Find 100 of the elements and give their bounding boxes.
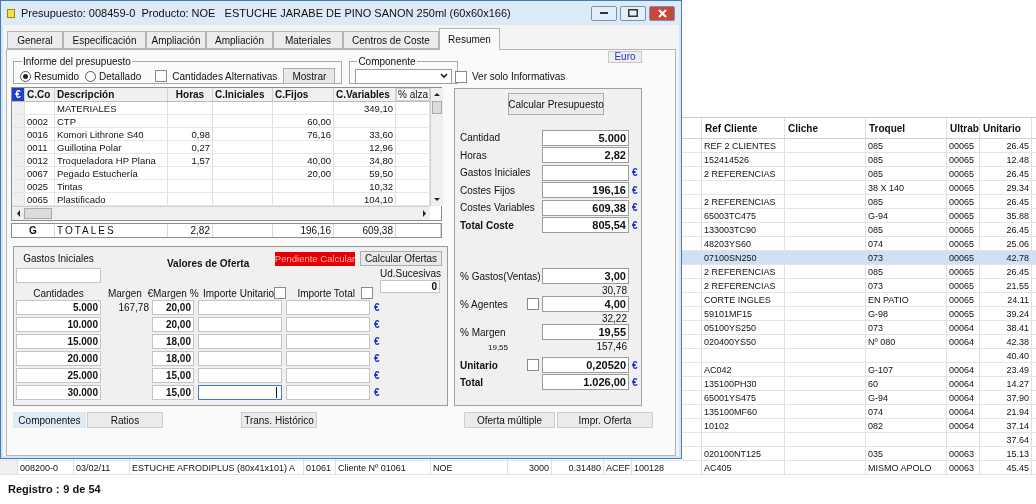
calculated-value: 30,78 — [601, 284, 627, 296]
scrollbar[interactable] — [12, 206, 430, 220]
checkbox[interactable] — [361, 287, 373, 299]
button[interactable]: Calcular Presupuesto — [508, 93, 604, 115]
input-field[interactable]: 3,00 — [542, 268, 629, 285]
input-field[interactable]: 20.000 — [16, 351, 101, 366]
checkbox[interactable] — [527, 359, 539, 372]
scrollbar[interactable] — [430, 88, 443, 206]
checkbox[interactable] — [155, 70, 168, 82]
currency-sign: € — [374, 386, 380, 400]
table-cell: 104,10 — [334, 193, 396, 205]
radio-button[interactable] — [85, 70, 97, 82]
tab[interactable]: Ratios — [87, 412, 163, 428]
button[interactable]: Impr. Oferta — [557, 412, 653, 428]
column-header: Troquel — [868, 123, 906, 134]
checkbox[interactable] — [274, 287, 287, 299]
field-label: Gastos Iniciales — [23, 252, 94, 266]
input-field[interactable]: 5.000 — [16, 300, 101, 315]
field-label: % Margen — [460, 325, 506, 340]
table-cell: 073 — [866, 321, 947, 334]
table-cell: 24.11 — [980, 293, 1032, 306]
input-field[interactable] — [286, 317, 370, 332]
table-cell: 60,00 — [273, 115, 334, 127]
table-row[interactable]: 008200-0 03/02/11 ESTUCHE AFRODIPLUS (80x41x101) A 01061 Cliente Nº 01061 NOE 3000 0.31480 ACEF 100128 AC405 MISMO APOLO 00063 45.45 — [0, 461, 1036, 475]
table-cell: 074 — [866, 405, 947, 418]
minimize-button[interactable] — [591, 5, 617, 21]
input-field[interactable] — [286, 385, 370, 400]
tab[interactable]: Ampliación — [146, 31, 206, 49]
input-field[interactable]: 10.000 — [16, 317, 101, 332]
table-cell: 35.88 — [980, 209, 1032, 222]
input-field[interactable] — [542, 164, 629, 181]
button[interactable]: Trans. Histórico — [241, 412, 317, 428]
input-field[interactable]: 15,00 — [152, 385, 194, 400]
button[interactable]: Calcular Ofertas — [360, 251, 442, 266]
input-field[interactable] — [286, 300, 370, 315]
table-cell: 29.34 — [980, 181, 1032, 194]
input-field[interactable]: 20,00 — [152, 300, 194, 315]
table-cell: 00065 — [947, 167, 980, 180]
table-cell: G-98 — [866, 307, 947, 320]
scroll-thumb[interactable] — [432, 101, 442, 114]
table-cell: 00064 — [947, 321, 980, 334]
input-field[interactable]: 25.000 — [16, 368, 101, 383]
checkbox[interactable] — [455, 70, 467, 83]
table-cell: 00065 — [947, 181, 980, 194]
tab[interactable]: Centros de Coste — [343, 31, 439, 49]
input-field[interactable]: 18,00 — [152, 351, 194, 366]
maximize-button[interactable] — [620, 5, 646, 21]
tab[interactable]: Materiales — [273, 31, 343, 49]
input-field[interactable]: 18,00 — [152, 334, 194, 349]
table-cell: 085 — [866, 153, 947, 166]
table-cell: Troqueladora HP Plana — [55, 154, 168, 166]
radio-button[interactable] — [20, 70, 31, 82]
close-button[interactable] — [649, 5, 675, 21]
tab[interactable]: Especificación — [63, 31, 146, 49]
input-field[interactable] — [198, 334, 282, 349]
table-cell: 3000 — [508, 461, 552, 474]
tab[interactable]: Resumen — [439, 28, 500, 50]
input-field[interactable] — [198, 368, 282, 383]
input-field[interactable]: 5.000 — [542, 129, 629, 146]
input-field[interactable] — [198, 317, 282, 332]
input-field[interactable]: 15,00 — [152, 368, 194, 383]
button[interactable]: Oferta múltiple — [464, 412, 555, 428]
column-header: Ultrab — [949, 123, 979, 134]
input-field[interactable]: 1.026,00 — [542, 374, 629, 391]
input-field[interactable]: 0 — [380, 280, 440, 293]
input-field[interactable]: 15.000 — [16, 334, 101, 349]
column-header[interactable]: % alza — [396, 88, 430, 101]
table-cell: 12,96 — [334, 141, 396, 153]
input-field[interactable] — [16, 268, 101, 283]
scroll-thumb[interactable] — [24, 208, 52, 219]
input-field[interactable]: 805,54 — [542, 217, 629, 234]
input-field[interactable] — [286, 351, 370, 366]
input-field[interactable]: 2,82 — [542, 147, 629, 164]
table-cell: 073 — [866, 251, 947, 264]
tab[interactable]: General — [7, 31, 63, 49]
input-field[interactable]: 4,00 — [542, 296, 629, 313]
tab[interactable]: Componentes — [13, 412, 86, 428]
input-field[interactable] — [286, 334, 370, 349]
table-cell: 2 REFERENCIAS — [702, 195, 785, 208]
field-label: % Agentes — [460, 297, 508, 312]
field-label: % Gastos(Ventas) — [460, 269, 541, 284]
button[interactable]: Mostrar — [283, 68, 336, 84]
input-field[interactable] — [198, 385, 282, 400]
currency-button[interactable]: Euro — [608, 51, 642, 63]
table-cell: 40,00 — [273, 154, 334, 166]
table-cell: 0,27 — [168, 141, 213, 153]
table-cell: 33,60 — [334, 128, 396, 140]
checkbox[interactable] — [527, 298, 539, 311]
tab[interactable]: Ampliación — [206, 31, 273, 49]
input-field[interactable] — [198, 351, 282, 366]
column-header: Unitario — [982, 123, 1021, 134]
input-field[interactable]: 20,00 — [152, 317, 194, 332]
table-cell: 0012 — [25, 154, 55, 166]
input-field[interactable] — [286, 368, 370, 383]
input-field[interactable]: 19,55 — [542, 324, 629, 341]
input-field[interactable]: 609,38 — [542, 199, 629, 216]
input-field[interactable]: 196,16 — [542, 182, 629, 199]
input-field[interactable]: 0,20520 — [542, 357, 629, 374]
input-field[interactable] — [198, 300, 282, 315]
input-field[interactable]: 30.000 — [16, 385, 101, 400]
